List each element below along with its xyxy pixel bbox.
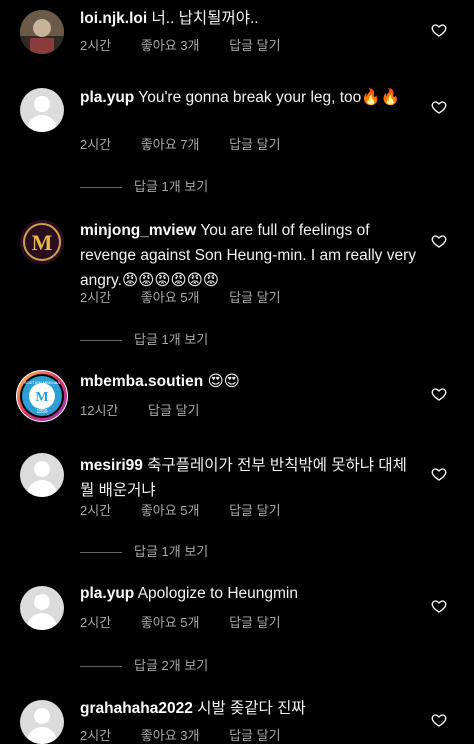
view-replies-button[interactable]: 답글 1개 보기 — [80, 541, 208, 560]
avatar[interactable]: M — [20, 220, 64, 264]
view-replies-button[interactable]: 답글 1개 보기 — [80, 329, 208, 348]
comment-username[interactable]: pla.yup — [80, 89, 134, 106]
replies-divider — [80, 340, 122, 342]
default-avatar-icon[interactable] — [20, 700, 64, 744]
view-replies-label[interactable]: 답글 1개 보기 — [134, 179, 208, 194]
avatar[interactable] — [20, 10, 64, 54]
comment-time: 2시간 — [80, 137, 112, 152]
view-replies-label[interactable]: 답글 1개 보기 — [134, 544, 208, 559]
replies-divider — [80, 552, 122, 554]
heart-outline-icon[interactable] — [431, 386, 447, 402]
heart-outline-icon[interactable] — [431, 99, 447, 115]
reply-button[interactable]: 답글 달기 — [229, 137, 280, 152]
comment-time: 2시간 — [80, 728, 112, 743]
comment-likes[interactable]: 좋아요 5개 — [141, 290, 200, 305]
reply-button[interactable]: 답글 달기 — [229, 290, 280, 305]
comment-meta: 12시간 답글 달기 — [80, 400, 225, 419]
heart-outline-icon[interactable] — [431, 22, 447, 38]
comment-time: 2시간 — [80, 290, 112, 305]
default-avatar-icon[interactable] — [20, 586, 64, 630]
reply-button[interactable]: 답글 달기 — [229, 728, 280, 743]
comment-likes[interactable]: 좋아요 3개 — [141, 38, 200, 53]
reply-button[interactable]: 답글 달기 — [229, 38, 280, 53]
heart-outline-icon[interactable] — [431, 466, 447, 482]
comment-meta: 2시간 좋아요 5개 답글 달기 — [80, 287, 307, 306]
avatar[interactable]: M SOUTIEN MBEMBA 1899 — [16, 370, 68, 422]
view-replies-button[interactable]: 답글 2개 보기 — [80, 655, 208, 674]
default-avatar-icon[interactable] — [20, 453, 64, 497]
comment-text: 😍😍 — [207, 373, 240, 390]
reply-button[interactable]: 답글 달기 — [148, 403, 199, 418]
comment-time: 2시간 — [80, 503, 112, 518]
comment-meta: 2시간 좋아요 7개 답글 달기 — [80, 134, 307, 153]
comment-username[interactable]: pla.yup — [80, 585, 134, 602]
comment-username[interactable]: minjong_mview — [80, 222, 196, 239]
reply-button[interactable]: 답글 달기 — [229, 615, 280, 630]
comment-text: Apologize to Heungmin — [137, 585, 298, 602]
avatar-letter: M — [32, 230, 53, 255]
comment-text: 너.. 납치될꺼야.. — [151, 10, 259, 27]
comment-time: 12시간 — [80, 403, 119, 418]
comment-username[interactable]: mbemba.soutien — [80, 373, 203, 390]
comment-meta: 2시간 좋아요 5개 답글 달기 — [80, 500, 307, 519]
svg-text:M: M — [35, 390, 48, 405]
comment-meta: 2시간 좋아요 3개 답글 달기 — [80, 725, 307, 744]
comment-time: 2시간 — [80, 615, 112, 630]
comment-likes[interactable]: 좋아요 7개 — [141, 137, 200, 152]
comment-text: You're gonna break your leg, too🔥🔥 — [138, 89, 400, 106]
view-replies-button[interactable]: 답글 1개 보기 — [80, 176, 208, 195]
default-avatar-icon[interactable] — [20, 88, 64, 132]
comment-likes[interactable]: 좋아요 3개 — [141, 728, 200, 743]
view-replies-label[interactable]: 답글 1개 보기 — [134, 332, 208, 347]
heart-outline-icon[interactable] — [431, 712, 447, 728]
comment-meta: 2시간 좋아요 3개 답글 달기 — [80, 35, 307, 54]
comment-text: 시발 좆같다 진짜 — [197, 700, 306, 717]
view-replies-label[interactable]: 답글 2개 보기 — [134, 658, 208, 673]
comment-likes[interactable]: 좋아요 5개 — [141, 503, 200, 518]
avatar-year-text: 1899 — [36, 409, 47, 415]
heart-outline-icon[interactable] — [431, 598, 447, 614]
comment-meta: 2시간 좋아요 5개 답글 달기 — [80, 612, 307, 631]
avatar-ring-text: SOUTIEN MBEMBA — [24, 380, 61, 385]
comment-time: 2시간 — [80, 38, 112, 53]
replies-divider — [80, 187, 122, 189]
comment-username[interactable]: mesiri99 — [80, 457, 143, 474]
comment-username[interactable]: grahahaha2022 — [80, 700, 193, 717]
reply-button[interactable]: 답글 달기 — [229, 503, 280, 518]
heart-outline-icon[interactable] — [431, 233, 447, 249]
comment-likes[interactable]: 좋아요 5개 — [141, 615, 200, 630]
replies-divider — [80, 666, 122, 668]
comment-username[interactable]: loi.njk.loi — [80, 10, 147, 27]
